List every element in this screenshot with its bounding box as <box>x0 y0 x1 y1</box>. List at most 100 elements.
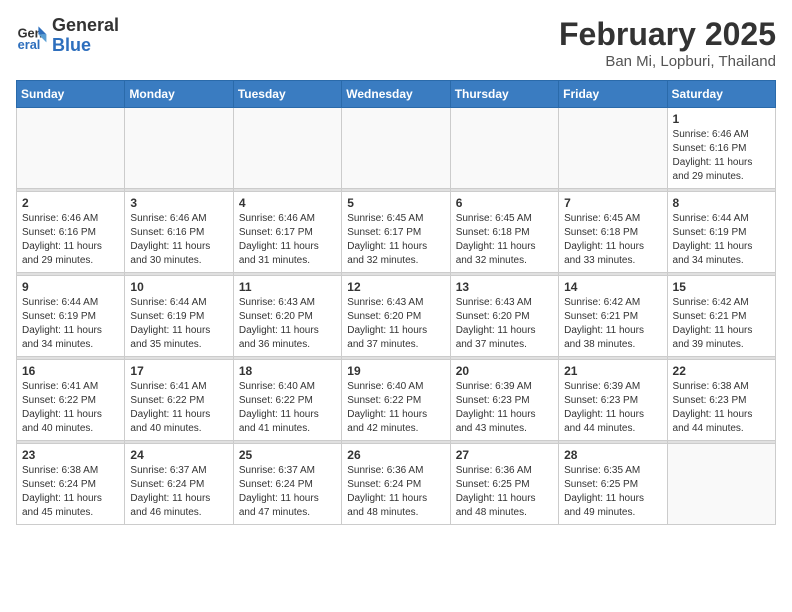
day-number: 24 <box>130 448 227 462</box>
day-number: 11 <box>239 280 336 294</box>
day-number: 7 <box>564 196 661 210</box>
day-number: 3 <box>130 196 227 210</box>
calendar-cell-w5-d1: 23 Sunrise: 6:38 AM Sunset: 6:24 PM Dayli… <box>17 444 125 525</box>
calendar-cell-w4-d6: 21 Sunrise: 6:39 AM Sunset: 6:23 PM Dayli… <box>559 360 667 441</box>
logo-blue-text: Blue <box>52 36 119 56</box>
col-thursday: Thursday <box>450 81 558 108</box>
day-number: 13 <box>456 280 553 294</box>
day-number: 10 <box>130 280 227 294</box>
calendar-cell-w5-d4: 26 Sunrise: 6:36 AM Sunset: 6:24 PM Dayli… <box>342 444 450 525</box>
calendar-cell-w2-d7: 8 Sunrise: 6:44 AM Sunset: 6:19 PM Daylig… <box>667 192 775 273</box>
col-saturday: Saturday <box>667 81 775 108</box>
day-number: 20 <box>456 364 553 378</box>
calendar-cell-w3-d3: 11 Sunrise: 6:43 AM Sunset: 6:20 PM Dayli… <box>233 276 341 357</box>
calendar-cell-w5-d3: 25 Sunrise: 6:37 AM Sunset: 6:24 PM Dayli… <box>233 444 341 525</box>
day-number: 5 <box>347 196 444 210</box>
day-info: Sunrise: 6:42 AM Sunset: 6:21 PM Dayligh… <box>673 296 770 352</box>
day-number: 8 <box>673 196 770 210</box>
calendar-cell-w3-d6: 14 Sunrise: 6:42 AM Sunset: 6:21 PM Dayli… <box>559 276 667 357</box>
day-info: Sunrise: 6:44 AM Sunset: 6:19 PM Dayligh… <box>22 296 119 352</box>
day-info: Sunrise: 6:41 AM Sunset: 6:22 PM Dayligh… <box>22 380 119 436</box>
day-number: 12 <box>347 280 444 294</box>
day-info: Sunrise: 6:43 AM Sunset: 6:20 PM Dayligh… <box>239 296 336 352</box>
calendar-cell-w1-d5 <box>450 108 558 189</box>
day-number: 27 <box>456 448 553 462</box>
calendar-header-row: Sunday Monday Tuesday Wednesday Thursday… <box>17 81 776 108</box>
day-info: Sunrise: 6:38 AM Sunset: 6:23 PM Dayligh… <box>673 380 770 436</box>
day-number: 15 <box>673 280 770 294</box>
day-number: 6 <box>456 196 553 210</box>
calendar-cell-w4-d7: 22 Sunrise: 6:38 AM Sunset: 6:23 PM Dayli… <box>667 360 775 441</box>
calendar-cell-w5-d2: 24 Sunrise: 6:37 AM Sunset: 6:24 PM Dayli… <box>125 444 233 525</box>
day-info: Sunrise: 6:37 AM Sunset: 6:24 PM Dayligh… <box>130 464 227 520</box>
day-number: 25 <box>239 448 336 462</box>
page-header: Gen eral General Blue February 2025 Ban … <box>16 16 776 70</box>
day-info: Sunrise: 6:39 AM Sunset: 6:23 PM Dayligh… <box>456 380 553 436</box>
calendar-cell-w2-d6: 7 Sunrise: 6:45 AM Sunset: 6:18 PM Daylig… <box>559 192 667 273</box>
logo-icon: Gen eral <box>16 20 48 52</box>
calendar-week-3: 9 Sunrise: 6:44 AM Sunset: 6:19 PM Daylig… <box>17 276 776 357</box>
calendar-cell-w5-d5: 27 Sunrise: 6:36 AM Sunset: 6:25 PM Dayli… <box>450 444 558 525</box>
location-title: Ban Mi, Lopburi, Thailand <box>559 53 776 70</box>
calendar-cell-w4-d5: 20 Sunrise: 6:39 AM Sunset: 6:23 PM Dayli… <box>450 360 558 441</box>
day-info: Sunrise: 6:43 AM Sunset: 6:20 PM Dayligh… <box>456 296 553 352</box>
day-info: Sunrise: 6:38 AM Sunset: 6:24 PM Dayligh… <box>22 464 119 520</box>
calendar-cell-w1-d1 <box>17 108 125 189</box>
day-info: Sunrise: 6:46 AM Sunset: 6:17 PM Dayligh… <box>239 212 336 268</box>
day-info: Sunrise: 6:37 AM Sunset: 6:24 PM Dayligh… <box>239 464 336 520</box>
day-info: Sunrise: 6:45 AM Sunset: 6:17 PM Dayligh… <box>347 212 444 268</box>
day-info: Sunrise: 6:45 AM Sunset: 6:18 PM Dayligh… <box>456 212 553 268</box>
day-number: 26 <box>347 448 444 462</box>
day-info: Sunrise: 6:44 AM Sunset: 6:19 PM Dayligh… <box>673 212 770 268</box>
calendar-cell-w4-d2: 17Sunrise: 6:41 AM Sunset: 6:22 PM Dayli… <box>125 360 233 441</box>
day-number: 14 <box>564 280 661 294</box>
calendar-table: Sunday Monday Tuesday Wednesday Thursday… <box>16 80 776 525</box>
day-info: Sunrise: 6:43 AM Sunset: 6:20 PM Dayligh… <box>347 296 444 352</box>
calendar-cell-w2-d2: 3Sunrise: 6:46 AM Sunset: 6:16 PM Daylig… <box>125 192 233 273</box>
day-number: 9 <box>22 280 119 294</box>
day-number: 19 <box>347 364 444 378</box>
calendar-week-2: 2 Sunrise: 6:46 AM Sunset: 6:16 PM Daylig… <box>17 192 776 273</box>
day-info: Sunrise: 6:45 AM Sunset: 6:18 PM Dayligh… <box>564 212 661 268</box>
calendar-cell-w1-d7: 1Sunrise: 6:46 AM Sunset: 6:16 PM Daylig… <box>667 108 775 189</box>
logo-text: General Blue <box>52 16 119 56</box>
day-info: Sunrise: 6:39 AM Sunset: 6:23 PM Dayligh… <box>564 380 661 436</box>
calendar-cell-w1-d6 <box>559 108 667 189</box>
day-info: Sunrise: 6:36 AM Sunset: 6:25 PM Dayligh… <box>456 464 553 520</box>
day-number: 4 <box>239 196 336 210</box>
calendar-cell-w4-d1: 16 Sunrise: 6:41 AM Sunset: 6:22 PM Dayli… <box>17 360 125 441</box>
calendar-cell-w4-d4: 19 Sunrise: 6:40 AM Sunset: 6:22 PM Dayli… <box>342 360 450 441</box>
day-info: Sunrise: 6:40 AM Sunset: 6:22 PM Dayligh… <box>347 380 444 436</box>
calendar-cell-w3-d4: 12 Sunrise: 6:43 AM Sunset: 6:20 PM Dayli… <box>342 276 450 357</box>
logo: Gen eral General Blue <box>16 16 119 56</box>
day-number: 22 <box>673 364 770 378</box>
day-number: 16 <box>22 364 119 378</box>
day-info: Sunrise: 6:36 AM Sunset: 6:24 PM Dayligh… <box>347 464 444 520</box>
day-info: Sunrise: 6:44 AM Sunset: 6:19 PM Dayligh… <box>130 296 227 352</box>
day-number: 28 <box>564 448 661 462</box>
col-sunday: Sunday <box>17 81 125 108</box>
calendar-cell-w4-d3: 18Sunrise: 6:40 AM Sunset: 6:22 PM Dayli… <box>233 360 341 441</box>
day-number: 2 <box>22 196 119 210</box>
day-number: 21 <box>564 364 661 378</box>
calendar-cell-w3-d5: 13 Sunrise: 6:43 AM Sunset: 6:20 PM Dayli… <box>450 276 558 357</box>
calendar-cell-w2-d3: 4 Sunrise: 6:46 AM Sunset: 6:17 PM Daylig… <box>233 192 341 273</box>
col-monday: Monday <box>125 81 233 108</box>
calendar-week-1: 1Sunrise: 6:46 AM Sunset: 6:16 PM Daylig… <box>17 108 776 189</box>
calendar-cell-w2-d4: 5 Sunrise: 6:45 AM Sunset: 6:17 PM Daylig… <box>342 192 450 273</box>
calendar-cell-w1-d4 <box>342 108 450 189</box>
logo-general-text: General <box>52 16 119 36</box>
calendar-cell-w1-d3 <box>233 108 341 189</box>
calendar-cell-w5-d7 <box>667 444 775 525</box>
day-info: Sunrise: 6:40 AM Sunset: 6:22 PM Dayligh… <box>239 380 336 436</box>
day-number: 1 <box>673 112 770 126</box>
calendar-cell-w2-d5: 6 Sunrise: 6:45 AM Sunset: 6:18 PM Daylig… <box>450 192 558 273</box>
month-title: February 2025 <box>559 16 776 53</box>
day-info: Sunrise: 6:42 AM Sunset: 6:21 PM Dayligh… <box>564 296 661 352</box>
day-number: 23 <box>22 448 119 462</box>
calendar-cell-w1-d2 <box>125 108 233 189</box>
day-info: Sunrise: 6:46 AM Sunset: 6:16 PM Dayligh… <box>22 212 119 268</box>
day-number: 17 <box>130 364 227 378</box>
calendar-cell-w2-d1: 2 Sunrise: 6:46 AM Sunset: 6:16 PM Daylig… <box>17 192 125 273</box>
calendar-cell-w3-d2: 10 Sunrise: 6:44 AM Sunset: 6:19 PM Dayli… <box>125 276 233 357</box>
